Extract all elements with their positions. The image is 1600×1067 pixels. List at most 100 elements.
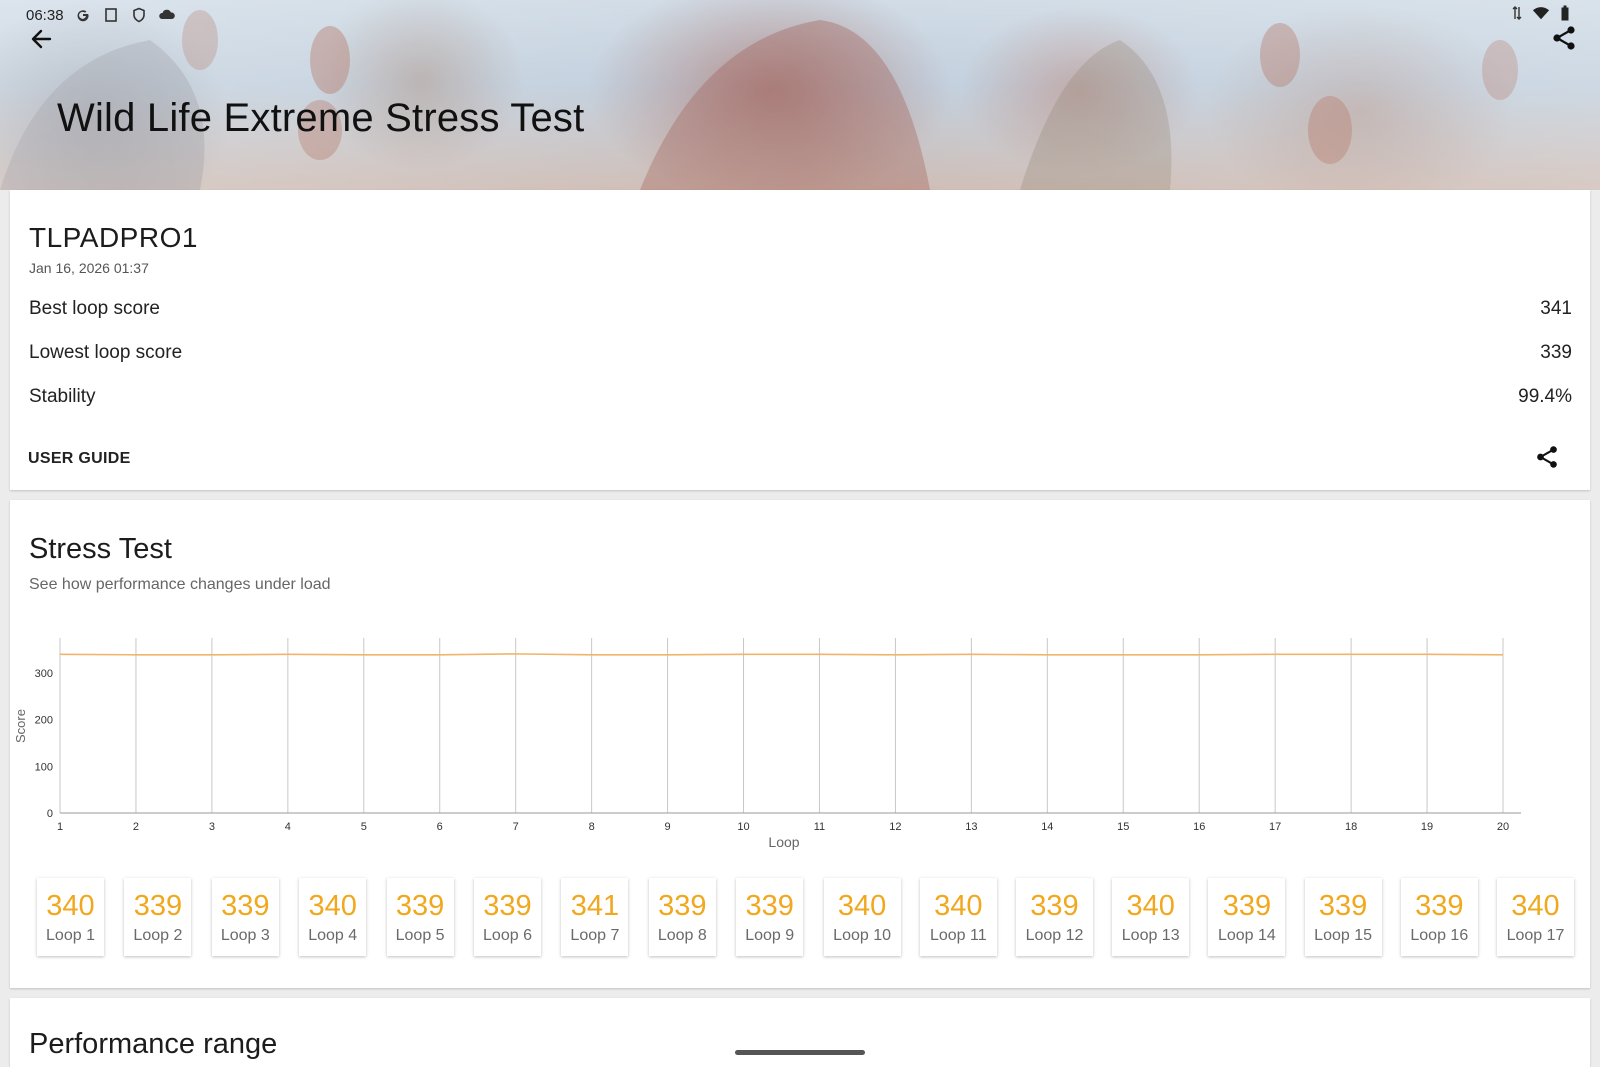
loop-score: 339 (483, 890, 532, 922)
performance-range-card: Performance range (10, 998, 1590, 1067)
google-g-icon (74, 6, 92, 24)
loop-label: Loop 13 (1121, 927, 1180, 944)
loop-tile[interactable]: 339 Loop 5 (386, 878, 454, 956)
loop-label: Loop 14 (1217, 927, 1276, 944)
x-tick-label: 3 (209, 821, 215, 833)
loop-tile[interactable]: 339 Loop 6 (474, 878, 541, 956)
loop-tile[interactable]: 339 Loop 16 (1400, 878, 1478, 956)
share-icon (1553, 26, 1575, 50)
loop-tile[interactable]: 340 Loop 17 (1497, 878, 1574, 956)
status-time: 06:38 (26, 6, 64, 24)
loop-label: Loop 5 (395, 927, 445, 944)
loop-tile[interactable]: 339 Loop 2 (124, 878, 192, 956)
loop-score: 341 (570, 890, 620, 922)
loop-score: 339 (658, 890, 707, 922)
x-tick-label: 13 (965, 821, 977, 833)
screenshot-icon (102, 6, 120, 24)
loop-score: 339 (1222, 890, 1272, 922)
loop-tile[interactable]: 340 Loop 10 (823, 878, 901, 956)
loop-label: Loop 16 (1410, 927, 1469, 944)
loop-label: Loop 1 (46, 927, 95, 944)
loop-label: Loop 17 (1506, 927, 1565, 944)
cloud-icon (158, 6, 176, 24)
series-line (59, 653, 1504, 656)
loop-label: Loop 10 (833, 927, 892, 944)
x-tick-label: 9 (665, 821, 671, 833)
loop-label: Loop 9 (745, 927, 795, 944)
status-right (1508, 4, 1574, 22)
loop-label: Loop 4 (308, 927, 358, 944)
loop-score: 340 (1511, 890, 1560, 922)
chart-series (59, 653, 1504, 656)
share-button-header[interactable] (1550, 24, 1578, 52)
stability-row: Stability 99.4% (29, 384, 1572, 410)
x-tick-label: 7 (513, 821, 519, 833)
loop-tile[interactable]: 339 Loop 9 (736, 878, 804, 956)
loop-label: Loop 2 (133, 927, 183, 944)
loop-tile[interactable]: 339 Loop 14 (1208, 878, 1286, 956)
metric-label: Best loop score (29, 298, 160, 319)
x-tick-label: 14 (1041, 821, 1053, 833)
x-tick-label: 19 (1421, 821, 1433, 833)
back-button[interactable] (28, 26, 58, 52)
loop-score: 339 (221, 890, 270, 922)
x-tick-label: 16 (1193, 821, 1205, 833)
loop-score: 339 (745, 890, 794, 922)
loop-score: 340 (46, 890, 95, 922)
loop-tile[interactable]: 339 Loop 15 (1304, 878, 1382, 956)
loop-tile[interactable]: 339 Loop 3 (211, 878, 279, 956)
lowest-loop-score-row: Lowest loop score 339 (29, 340, 1572, 366)
chart-grid (59, 638, 1521, 814)
metric-label: Lowest loop score (29, 342, 183, 363)
x-tick-label: 5 (361, 821, 367, 833)
user-guide-link[interactable]: USER GUIDE (28, 450, 131, 468)
x-tick-label: 12 (889, 821, 901, 833)
stress-test-card: Stress Test See how performance changes … (10, 500, 1590, 988)
data-transfer-icon (1508, 4, 1526, 22)
loop-tile[interactable]: 341 Loop 7 (561, 878, 629, 956)
page-title: Wild Life Extreme Stress Test (57, 96, 585, 140)
metric-value: 341 (1540, 298, 1572, 319)
y-tick-label: 100 (35, 761, 53, 773)
arrow-left-icon (31, 29, 52, 49)
x-tick-label: 6 (437, 821, 443, 833)
loop-score: 339 (395, 890, 445, 922)
y-tick-label: 300 (35, 668, 53, 680)
x-tick-label: 15 (1117, 821, 1129, 833)
chart-y-ticks: 0 100 200 300 (35, 668, 53, 820)
metric-label: Stability (29, 386, 96, 407)
loop-tile[interactable]: 339 Loop 12 (1016, 878, 1093, 956)
loop-label: Loop 6 (483, 927, 532, 944)
x-tick-label: 8 (589, 821, 595, 833)
chart-x-ticks: 1 2 3 4 5 6 7 8 9 10 11 12 13 14 15 16 17 18 19 20 (57, 821, 1509, 833)
share-icon (1537, 446, 1557, 468)
banner-artwork (0, 10, 1518, 190)
loop-score-tiles: 340 Loop 1 339 Loop 2 339 Loop 3 340 Loop 4 339 L… (37, 878, 1587, 960)
loop-score: 339 (1030, 890, 1079, 922)
share-button-card[interactable] (1534, 444, 1560, 470)
loop-tile[interactable]: 340 Loop 13 (1112, 878, 1190, 956)
x-tick-label: 1 (57, 821, 63, 833)
loop-label: Loop 11 (929, 927, 987, 944)
loop-label: Loop 15 (1314, 927, 1373, 944)
y-tick-label: 0 (47, 808, 53, 820)
metric-value: 339 (1540, 342, 1572, 363)
loop-tile[interactable]: 340 Loop 4 (299, 878, 367, 956)
loop-score: 340 (837, 890, 887, 922)
x-tick-label: 2 (133, 821, 139, 833)
metric-value: 99.4% (1518, 386, 1572, 407)
home-indicator[interactable] (735, 1050, 865, 1055)
x-tick-label: 18 (1345, 821, 1357, 833)
shield-icon (130, 6, 148, 24)
x-tick-label: 11 (814, 821, 825, 833)
loop-tile[interactable]: 340 Loop 11 (919, 878, 997, 956)
loop-score: 339 (1318, 890, 1368, 922)
loop-tile[interactable]: 340 Loop 1 (37, 878, 104, 956)
battery-icon (1556, 4, 1574, 22)
loop-tile[interactable]: 339 Loop 8 (648, 878, 716, 956)
header-banner: 06:38 Wild Life Extreme Stress Test (0, 0, 1600, 190)
y-axis-label: Score (13, 709, 28, 743)
x-tick-label: 17 (1269, 821, 1281, 833)
x-axis-label: Loop (768, 834, 799, 850)
y-tick-label: 200 (35, 715, 53, 727)
